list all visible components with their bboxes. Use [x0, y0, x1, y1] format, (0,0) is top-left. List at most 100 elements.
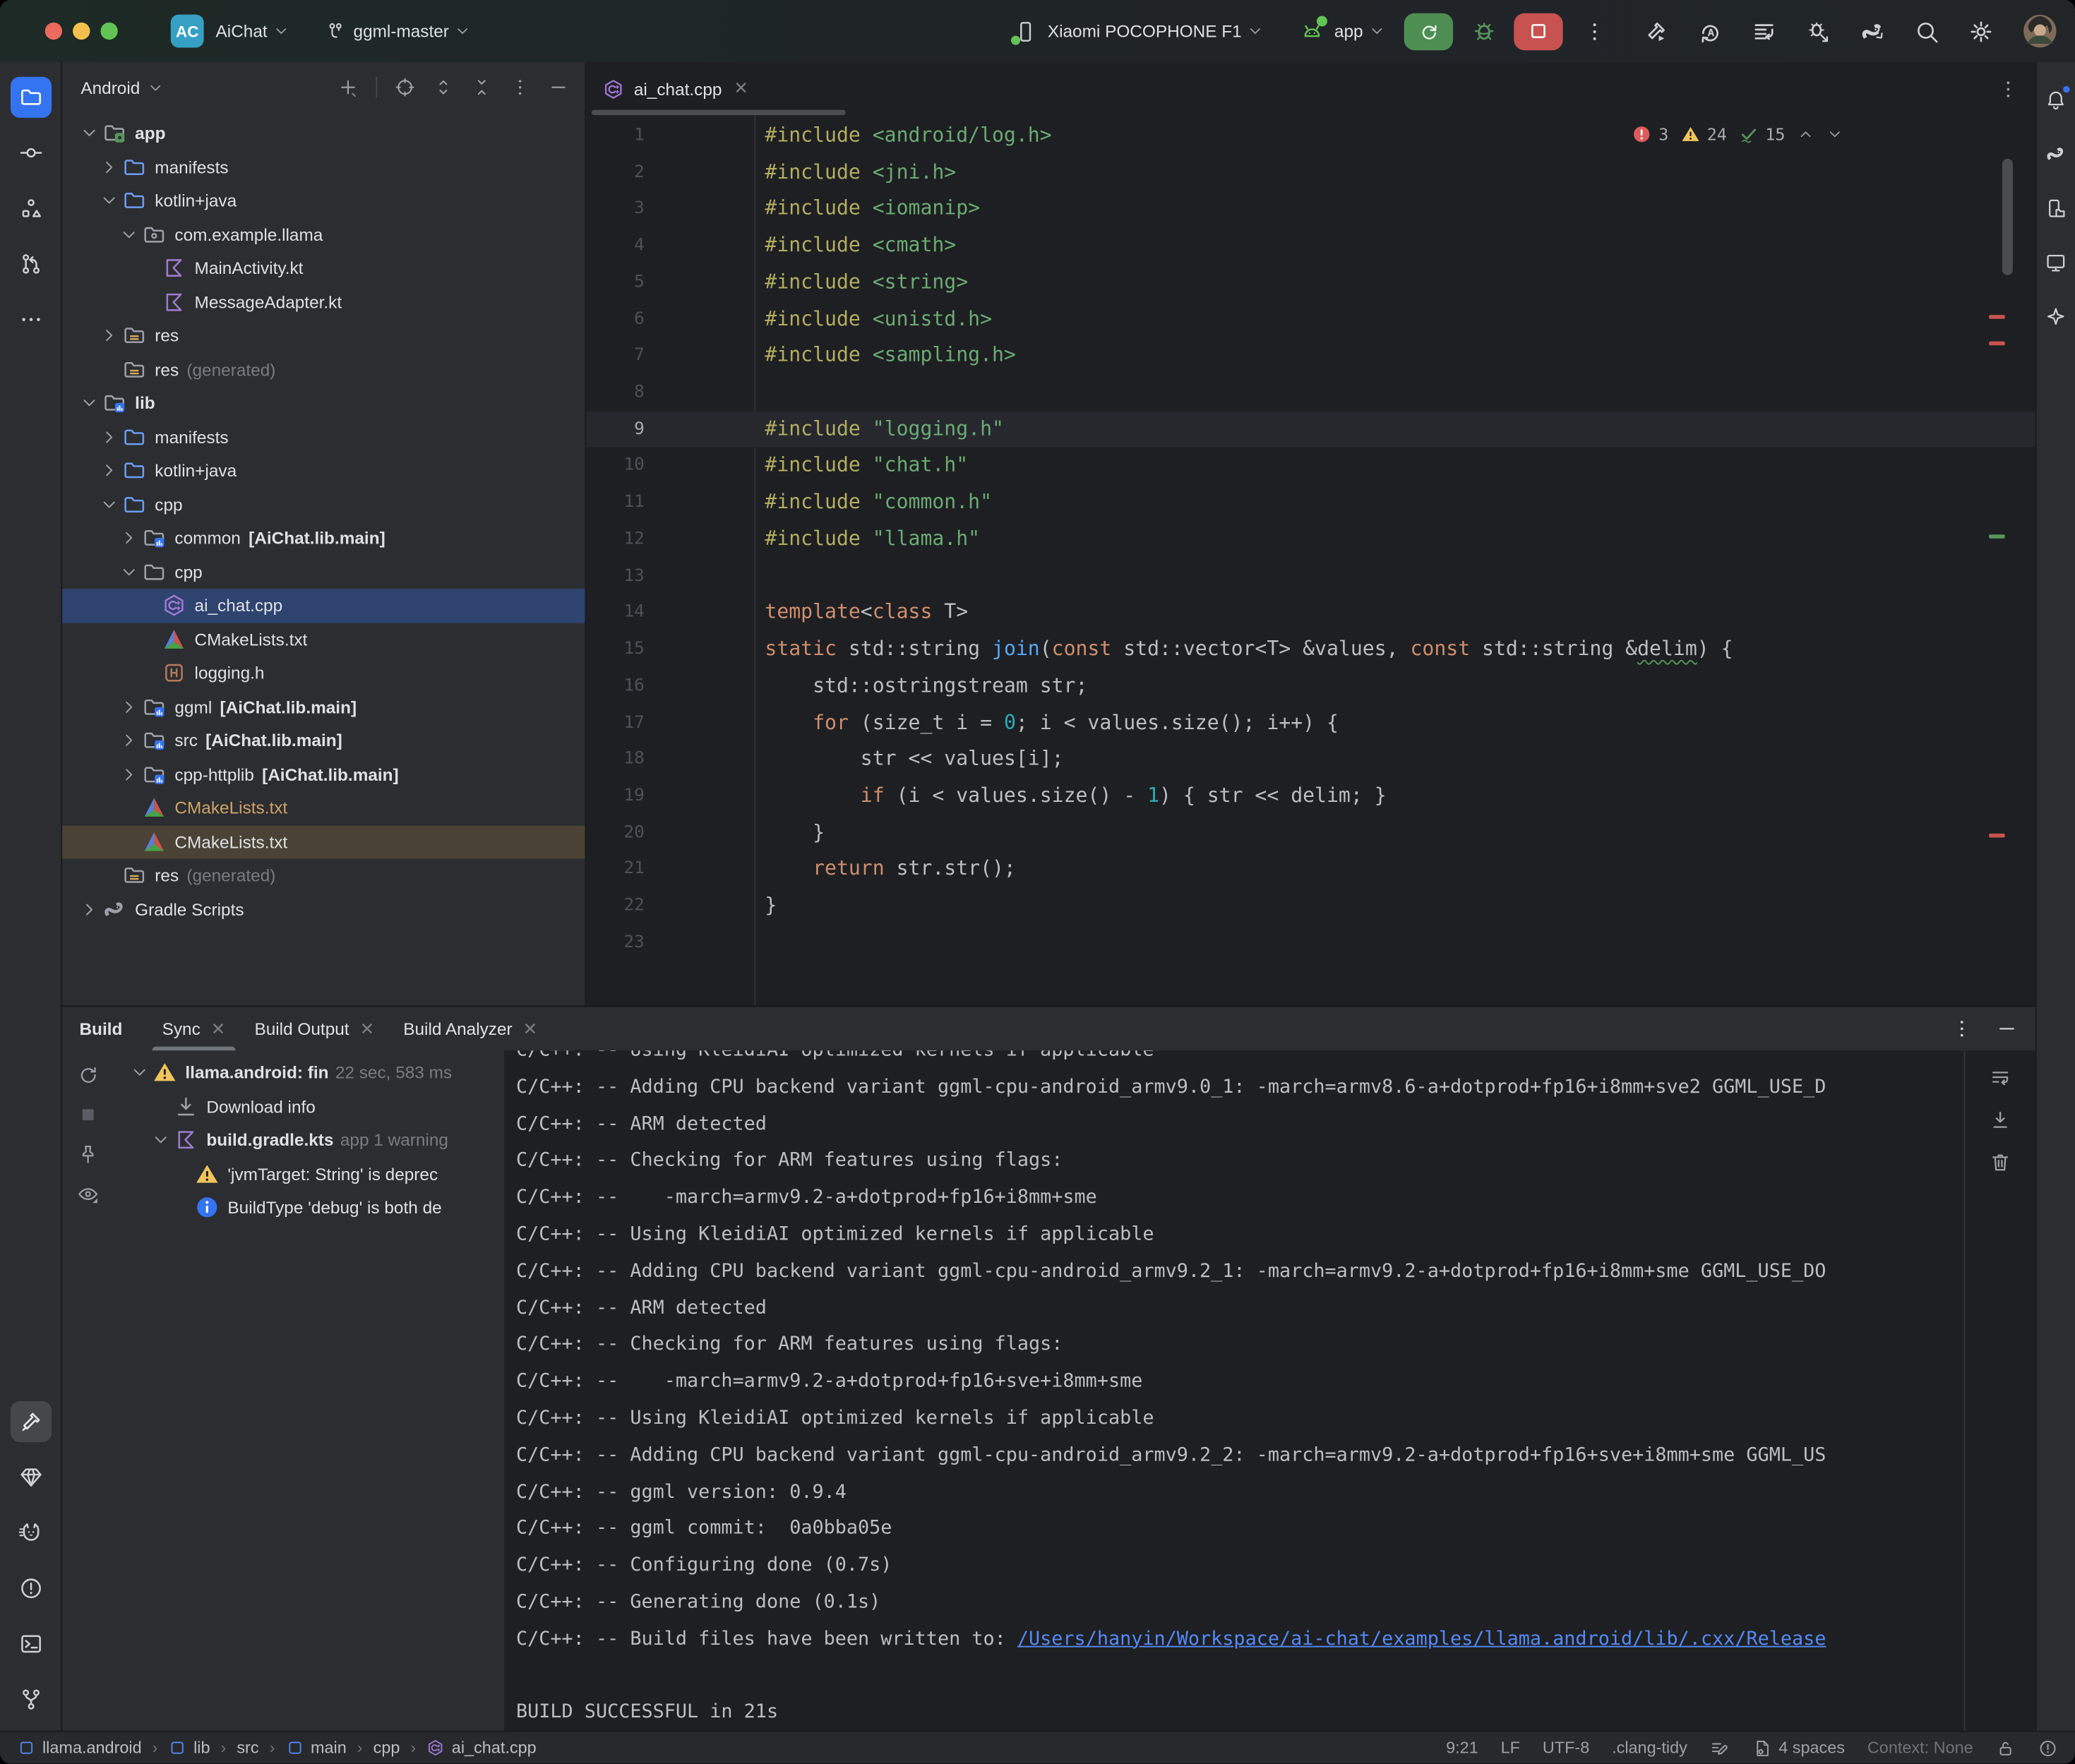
status-line-separator[interactable]: LF — [1501, 1739, 1520, 1757]
stop-sync-button[interactable] — [76, 1103, 99, 1126]
error-stripe-mark[interactable] — [1989, 342, 2004, 346]
project-view-selector[interactable]: Android — [80, 78, 140, 97]
tree-item-ggml[interactable]: ggml[AiChat.lib.main] — [62, 690, 585, 724]
code-line-2[interactable]: 2#include <jni.h> — [586, 155, 2035, 191]
tool-structure[interactable] — [10, 188, 51, 229]
change-stripe-mark[interactable] — [1989, 534, 2004, 539]
breadcrumb-ai-chat-cpp[interactable]: ai_chat.cpp — [426, 1739, 536, 1757]
editor-options-button[interactable] — [1997, 78, 2019, 100]
tree-item-manifests[interactable]: manifests — [62, 150, 585, 184]
tree-item-app[interactable]: app — [62, 116, 585, 150]
close-tab-icon[interactable]: ✕ — [360, 1018, 374, 1039]
prev-issue-button[interactable] — [1797, 126, 1814, 143]
attach-debugger-icon[interactable] — [1805, 18, 1831, 44]
settings-icon[interactable] — [1968, 18, 1994, 44]
close-tab-icon[interactable]: ✕ — [523, 1018, 537, 1039]
code-line-14[interactable]: 14template<class T> — [586, 594, 2035, 631]
status-write-access[interactable] — [1996, 1738, 2016, 1758]
tool-profiler[interactable] — [10, 1512, 51, 1553]
tree-item-ai-chat-cpp[interactable]: ai_chat.cpp — [62, 589, 585, 623]
expand-all-button[interactable] — [433, 77, 454, 98]
apply-changes-restart-icon[interactable] — [1697, 18, 1723, 44]
search-everywhere-icon[interactable] — [1913, 18, 1939, 44]
scroll-to-end-button[interactable] — [1989, 1109, 2011, 1132]
apply-code-changes-icon[interactable] — [1751, 18, 1777, 44]
code-line-10[interactable]: 10#include "chat.h" — [586, 448, 2035, 484]
code-line-19[interactable]: 19 if (i < values.size() - 1) { str << d… — [586, 778, 2035, 815]
more-run-options-button[interactable] — [1583, 19, 1607, 43]
code-line-15[interactable]: 15static std::string join(const std::vec… — [586, 631, 2035, 668]
tree-item-common[interactable]: common[AiChat.lib.main] — [62, 522, 585, 556]
code-line-20[interactable]: 20 } — [586, 815, 2035, 851]
breadcrumb-lib[interactable]: lib — [168, 1739, 210, 1757]
stop-button[interactable] — [1514, 13, 1562, 49]
code-line-17[interactable]: 17 for (size_t i = 0; i < values.size();… — [586, 704, 2035, 741]
build-output-path-link[interactable]: /Users/hanyin/Workspace/ai-chat/examples… — [1017, 1628, 1826, 1650]
sync-tree-item[interactable]: Download info — [112, 1090, 504, 1124]
code-line-8[interactable]: 8 — [586, 375, 2035, 412]
status-caret-position[interactable]: 9:21 — [1446, 1739, 1478, 1757]
tool-commit[interactable] — [10, 132, 51, 173]
build-tab-build-analyzer[interactable]: Build Analyzer✕ — [389, 1007, 552, 1050]
hide-build-panel-button[interactable] — [1996, 1017, 2019, 1040]
pin-button[interactable] — [76, 1143, 99, 1165]
debug-button[interactable] — [1470, 17, 1497, 44]
tool-terminal[interactable] — [10, 1624, 51, 1664]
build-tab-sync[interactable]: Sync✕ — [148, 1007, 240, 1050]
build-tab-build-output[interactable]: Build Output✕ — [240, 1007, 389, 1050]
filter-view-button[interactable] — [76, 1183, 99, 1206]
breadcrumb-cpp[interactable]: cpp — [373, 1739, 400, 1757]
tool-build[interactable] — [10, 1401, 51, 1442]
inspection-widget[interactable]: 3 24 15 — [1632, 124, 1843, 144]
close-window-button[interactable] — [45, 23, 62, 40]
error-stripe-mark[interactable] — [1989, 834, 2004, 838]
breadcrumb-src[interactable]: src — [237, 1739, 258, 1757]
code-line-6[interactable]: 6#include <unistd.h> — [586, 301, 2035, 338]
code-line-12[interactable]: 12#include "llama.h" — [586, 521, 2035, 558]
status-inspections-widget[interactable] — [1710, 1738, 1730, 1758]
code-line-3[interactable]: 3#include <iomanip> — [586, 191, 2035, 228]
tool-version-control[interactable] — [10, 1679, 51, 1720]
code-line-11[interactable]: 11#include "common.h" — [586, 484, 2035, 521]
breadcrumb-main[interactable]: main — [285, 1739, 346, 1757]
tree-item-kotlin-java[interactable]: kotlin+java — [62, 184, 585, 218]
run-configuration-selector[interactable]: app — [1300, 19, 1385, 43]
vcs-branch-widget[interactable]: ggml-master — [324, 20, 472, 42]
make-module-icon[interactable] — [1642, 18, 1668, 44]
code-line-18[interactable]: 18 str << values[i]; — [586, 741, 2035, 778]
tree-item-com-example-llama[interactable]: com.example.llama — [62, 217, 585, 251]
code-line-22[interactable]: 22} — [586, 888, 2035, 925]
tree-item-cpp[interactable]: cpp — [62, 555, 585, 589]
tree-item-manifests[interactable]: manifests — [62, 420, 585, 454]
tree-item-cmakelists-txt[interactable]: CMakeLists.txt — [62, 825, 585, 859]
tree-item-lib[interactable]: lib — [62, 386, 585, 420]
code-line-13[interactable]: 13 — [586, 558, 2035, 594]
panel-options-button[interactable] — [510, 77, 531, 98]
sync-tree-item[interactable]: 'jvmTarget: String' is deprec — [112, 1157, 504, 1191]
tree-item-messageadapter-kt[interactable]: MessageAdapter.kt — [62, 285, 585, 319]
zoom-window-button[interactable] — [100, 23, 117, 40]
minimize-window-button[interactable] — [73, 23, 90, 40]
next-issue-button[interactable] — [1826, 126, 1843, 143]
status-file-encoding[interactable]: UTF-8 — [1543, 1739, 1589, 1757]
status-indent-config[interactable]: 4 spaces — [1752, 1738, 1845, 1758]
code-line-21[interactable]: 21 return str.str(); — [586, 851, 2035, 888]
tree-item-res[interactable]: res — [62, 319, 585, 353]
code-line-4[interactable]: 4#include <cmath> — [586, 228, 2035, 265]
close-tab-icon[interactable]: ✕ — [211, 1018, 225, 1039]
add-button[interactable] — [337, 77, 359, 98]
tab-ai-chat-cpp[interactable]: ai_chat.cpp ✕ — [586, 62, 764, 115]
build-options-button[interactable] — [1951, 1017, 1973, 1040]
close-tab-icon[interactable]: ✕ — [734, 78, 748, 100]
editor-scrollbar[interactable] — [2002, 159, 2013, 275]
tree-item-cmakelists-txt[interactable]: CMakeLists.txt — [62, 623, 585, 656]
build-console[interactable]: C/C++: -- Using KleidiAI optimized kerne… — [504, 1050, 1963, 1730]
rerun-button[interactable] — [1404, 13, 1453, 49]
tool-more-tool-windows[interactable] — [10, 299, 51, 340]
tree-item-cpp-httplib[interactable]: cpp-httplib[AiChat.lib.main] — [62, 757, 585, 791]
tool-app-quality-insights[interactable] — [10, 1457, 51, 1498]
code-line-5[interactable]: 5#include <string> — [586, 265, 2035, 301]
code-line-7[interactable]: 7#include <sampling.h> — [586, 338, 2035, 375]
tool-problems[interactable] — [10, 1568, 51, 1609]
tree-item-cmakelists-txt[interactable]: CMakeLists.txt — [62, 791, 585, 825]
